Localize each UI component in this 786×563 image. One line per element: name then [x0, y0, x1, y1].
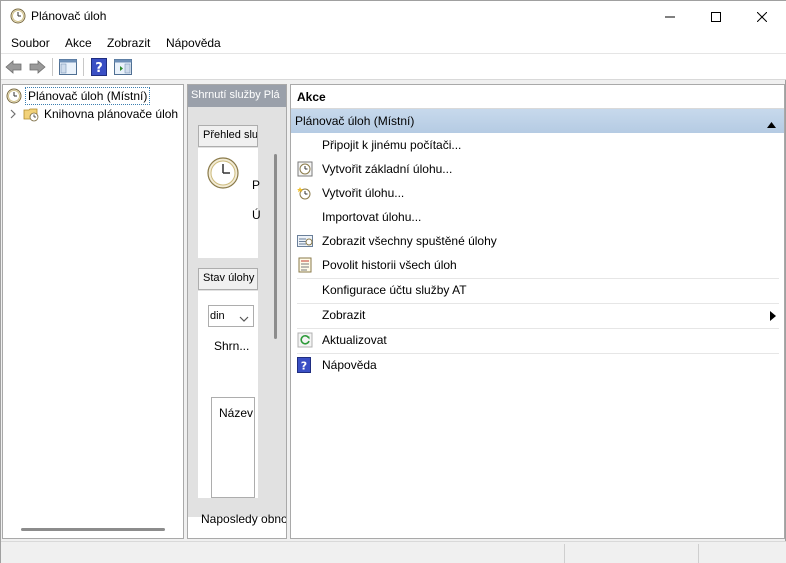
tree-item-task-scheduler-library[interactable]: Knihovna plánovače úloh [9, 105, 180, 123]
overview-collapse-button[interactable]: Přehled služby [198, 125, 258, 147]
action-label: Aktualizovat [322, 333, 387, 347]
submenu-arrow-icon [770, 310, 776, 324]
chevron-down-icon [239, 312, 249, 326]
task-status-list[interactable]: Název [211, 397, 255, 498]
action-enable-all-tasks-history[interactable]: Povolit historii všech úloh [291, 253, 784, 277]
window-title: Plánovač úloh [31, 9, 107, 23]
overview-text-line-1: P [252, 178, 261, 192]
action-view-submenu[interactable]: Zobrazit [291, 303, 784, 327]
time-range-dropdown[interactable]: din [208, 305, 254, 327]
history-icon [297, 257, 313, 273]
clock-icon [6, 88, 22, 104]
tree-horizontal-scrollbar[interactable] [21, 528, 165, 531]
tree-child-label: Knihovna plánovače úloh [44, 107, 179, 121]
overview-text-line-2: Ú [252, 208, 261, 222]
summary-pane-header: Shrnutí služby Plá [188, 85, 286, 107]
show-hide-console-tree-button[interactable] [58, 57, 78, 77]
summary-vertical-scrollbar[interactable] [274, 154, 277, 339]
name-column-header[interactable]: Název [219, 406, 253, 420]
action-create-basic-task[interactable]: Vytvořit základní úlohu... [291, 157, 784, 181]
help-button[interactable]: ? [89, 57, 109, 77]
maximize-button[interactable] [693, 1, 739, 32]
action-label: Konfigurace účtu služby AT [322, 283, 467, 297]
status-bar [1, 541, 786, 563]
actions-pane: Akce Plánovač úloh (Místní) Připojit k j… [290, 84, 785, 539]
action-label: Vytvořit úlohu... [322, 186, 405, 200]
forward-button[interactable] [27, 57, 47, 77]
action-label: Zobrazit [322, 308, 366, 322]
overview-button-label: Přehled služby [203, 129, 258, 141]
close-button[interactable] [739, 1, 785, 32]
actions-section-header[interactable]: Plánovač úloh (Místní) [291, 109, 784, 133]
action-at-service-account-configuration[interactable]: Konfigurace účtu služby AT [291, 278, 784, 302]
action-label: Zobrazit všechny spuštěné úlohy [322, 234, 497, 248]
status-collapse-button[interactable]: Stav úlohy [198, 268, 258, 290]
status-button-label: Stav úlohy [203, 272, 255, 284]
create-task-icon [297, 185, 313, 201]
tree-root-label: Plánovač úloh (Místní) [25, 87, 151, 105]
action-label: Připojit k jinému počítači... [322, 138, 462, 152]
action-label: Povolit historii všech úloh [322, 258, 457, 272]
collapse-up-icon[interactable] [767, 117, 776, 131]
menu-akce[interactable]: Akce [65, 36, 92, 50]
back-button[interactable] [4, 57, 24, 77]
basic-task-icon [297, 161, 313, 177]
action-label: Nápověda [322, 358, 377, 372]
menu-zobrazit[interactable]: Zobrazit [107, 36, 150, 50]
summary-pane-body: Přehled služby P Ú Stav úlohy din [188, 107, 286, 517]
menu-napoveda[interactable]: Nápověda [166, 36, 221, 50]
actions-header: Akce [291, 85, 784, 109]
svg-text:?: ? [301, 360, 307, 373]
action-show-running-tasks[interactable]: Zobrazit všechny spuštěné úlohy [291, 229, 784, 253]
action-create-task[interactable]: Vytvořit úlohu... [291, 181, 784, 205]
title-bar: Plánovač úloh [1, 1, 786, 32]
menu-soubor[interactable]: Soubor [11, 36, 50, 50]
minimize-button[interactable] [647, 1, 693, 32]
clock-icon [206, 156, 240, 190]
app-window: Plánovač úloh Soubor Akce Zobrazit Nápov… [0, 0, 786, 563]
action-connect-to-another-computer[interactable]: Připojit k jinému počítači... [291, 133, 784, 157]
action-label: Vytvořit základní úlohu... [322, 162, 453, 176]
summary-pane: Shrnutí služby Plá Přehled služby P Ú St… [187, 84, 287, 539]
folder-clock-icon [23, 106, 39, 122]
action-refresh[interactable]: Aktualizovat [291, 328, 784, 352]
status-summary-text: Shrn... [214, 339, 250, 353]
chevron-right-icon[interactable] [9, 106, 19, 122]
show-hide-action-pane-button[interactable] [113, 57, 133, 77]
toolbar: ? [1, 54, 786, 80]
action-label: Importovat úlohu... [322, 210, 422, 224]
dropdown-value: din [210, 310, 225, 322]
tree-item-task-scheduler-local[interactable]: Plánovač úloh (Místní) [6, 87, 151, 105]
menu-bar: Soubor Akce Zobrazit Nápověda [1, 32, 786, 54]
action-import-task[interactable]: Importovat úlohu... [291, 205, 784, 229]
console-tree: Plánovač úloh (Místní) Knihovna plánovač… [2, 84, 184, 539]
refresh-icon [297, 332, 313, 348]
overview-section: P Ú [198, 148, 261, 258]
status-section: din Shrn... Název [198, 291, 258, 498]
action-help[interactable]: ? Nápověda [291, 353, 784, 377]
help-icon: ? [297, 357, 313, 373]
actions-section-title: Plánovač úloh (Místní) [295, 114, 415, 128]
svg-text:?: ? [95, 61, 103, 76]
running-tasks-icon [297, 233, 313, 249]
last-refresh-text: Naposledy obno [201, 512, 287, 526]
clock-icon [10, 8, 26, 24]
